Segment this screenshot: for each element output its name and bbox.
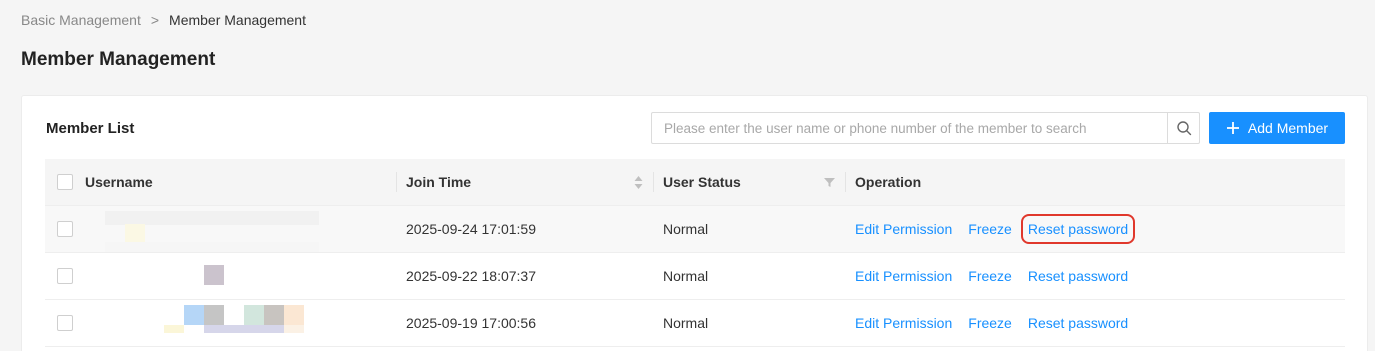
edit-permission-link[interactable]: Edit Permission — [855, 268, 952, 284]
col-username: Username — [85, 172, 397, 192]
add-member-button[interactable]: Add Member — [1209, 112, 1345, 144]
breadcrumb: Basic Management > Member Management — [21, 12, 306, 28]
search-input[interactable] — [652, 113, 1167, 143]
table-row: 2025-09-22 18:07:37 Normal Edit Permissi… — [45, 253, 1345, 300]
reset-password-link[interactable]: Reset password — [1028, 268, 1128, 284]
breadcrumb-parent[interactable]: Basic Management — [21, 12, 141, 28]
join-time-text: 2025-09-22 18:07:37 — [406, 268, 536, 284]
col-username-label: Username — [85, 174, 153, 190]
breadcrumb-current: Member Management — [169, 12, 306, 28]
status-text: Normal — [663, 268, 709, 284]
redacted-username — [204, 305, 224, 325]
redacted-username — [105, 211, 319, 225]
col-join-time-label: Join Time — [406, 174, 472, 190]
redacted-username — [204, 265, 224, 285]
edit-permission-link[interactable]: Edit Permission — [855, 315, 952, 331]
username-cell — [85, 206, 397, 252]
page-title: Member Management — [21, 49, 216, 70]
select-all-checkbox[interactable] — [57, 174, 73, 190]
col-user-status[interactable]: User Status — [654, 172, 846, 192]
redacted-username — [204, 325, 284, 333]
join-time-cell: 2025-09-19 17:00:56 — [397, 300, 654, 346]
operation-cell: Edit Permission Freeze Reset password — [846, 206, 1345, 252]
freeze-link[interactable]: Freeze — [968, 221, 1012, 237]
redacted-username — [164, 325, 184, 333]
redacted-username — [244, 305, 264, 325]
freeze-link[interactable]: Freeze — [968, 315, 1012, 331]
reset-password-link[interactable]: Reset password — [1020, 214, 1136, 244]
join-time-cell: 2025-09-24 17:01:59 — [397, 206, 654, 252]
member-list-card: Member List Add Member Username Join Tim… — [21, 95, 1368, 351]
status-cell: Normal — [654, 206, 846, 252]
search-button[interactable] — [1167, 113, 1199, 143]
col-user-status-label: User Status — [663, 174, 741, 190]
reset-password-link[interactable]: Reset password — [1028, 315, 1128, 331]
table-row: 2025-09-24 17:01:59 Normal Edit Permissi… — [45, 206, 1345, 253]
plus-icon — [1226, 122, 1239, 134]
username-cell — [85, 300, 397, 346]
status-cell: Normal — [654, 253, 846, 299]
join-time-text: 2025-09-24 17:01:59 — [406, 221, 536, 237]
col-operation: Operation — [846, 159, 1345, 205]
col-operation-label: Operation — [855, 174, 922, 190]
col-join-time[interactable]: Join Time — [397, 172, 654, 192]
row-checkbox[interactable] — [57, 221, 73, 237]
status-text: Normal — [663, 221, 709, 237]
join-time-cell: 2025-09-22 18:07:37 — [397, 253, 654, 299]
username-cell — [85, 253, 397, 299]
add-member-label: Add Member — [1247, 120, 1329, 136]
card-title: Member List — [46, 120, 135, 137]
redacted-username — [264, 305, 284, 325]
table-header: Username Join Time User Status Operation — [45, 159, 1345, 206]
breadcrumb-separator: > — [150, 12, 160, 28]
search-box — [651, 112, 1200, 144]
row-checkbox[interactable] — [57, 315, 73, 331]
redacted-username — [284, 305, 304, 325]
search-icon — [1176, 121, 1191, 136]
operation-cell: Edit Permission Freeze Reset password — [846, 253, 1345, 299]
redacted-username — [125, 224, 145, 242]
redacted-username — [105, 242, 319, 252]
row-checkbox[interactable] — [57, 268, 73, 284]
status-cell: Normal — [654, 300, 846, 346]
join-time-text: 2025-09-19 17:00:56 — [406, 315, 536, 331]
sort-icon[interactable] — [634, 175, 643, 189]
freeze-link[interactable]: Freeze — [968, 268, 1012, 284]
status-text: Normal — [663, 315, 709, 331]
redacted-username — [184, 305, 204, 325]
redacted-username — [284, 325, 304, 333]
member-table: Username Join Time User Status Operation — [45, 159, 1345, 347]
operation-cell: Edit Permission Freeze Reset password — [846, 300, 1345, 346]
table-row: 2025-09-19 17:00:56 Normal Edit Permissi… — [45, 300, 1345, 347]
edit-permission-link[interactable]: Edit Permission — [855, 221, 952, 237]
filter-icon[interactable] — [824, 177, 835, 188]
